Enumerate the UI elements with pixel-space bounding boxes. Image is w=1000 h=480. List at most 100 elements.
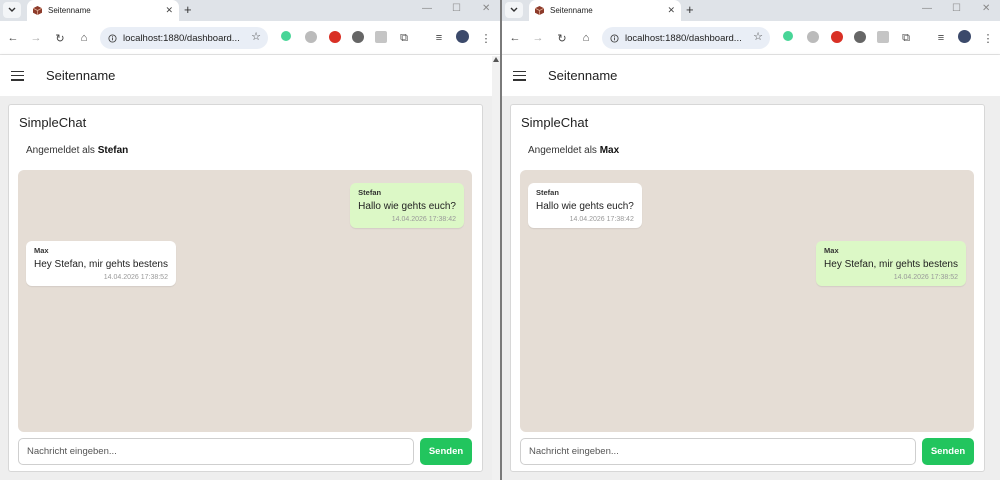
wordpress-extension-icon[interactable] — [352, 31, 364, 43]
adblock-extension-icon[interactable] — [329, 31, 341, 43]
compose-row: Senden — [18, 438, 472, 465]
minimize-icon[interactable]: — — [422, 3, 432, 14]
message-time: 14.04.2026 17:38:42 — [569, 216, 634, 223]
scrollbar[interactable] — [492, 56, 500, 480]
logged-in-label: Angemeldet als Max — [528, 145, 619, 156]
app-header: Seitenname — [0, 55, 500, 96]
card-title: SimpleChat — [19, 115, 87, 130]
home-icon[interactable]: ⌂ — [76, 30, 92, 46]
maximize-icon[interactable]: ☐ — [952, 3, 961, 14]
chat-area[interactable]: Stefan Hallo wie gehts euch? 14.04.2026 … — [520, 170, 974, 432]
browser-window-stefan: Seitenname ✕ + — ☐ ✕ ← → ↻ ⌂ localhost:1… — [0, 0, 500, 480]
share-extension-icon[interactable] — [783, 31, 793, 41]
extension-icon[interactable] — [807, 31, 819, 43]
minimize-icon[interactable]: — — [922, 3, 932, 14]
kebab-menu-icon[interactable]: ⋮ — [980, 30, 996, 46]
message-text: Hallo wie gehts euch? — [536, 201, 634, 212]
message-time: 14.04.2026 17:38:42 — [391, 216, 456, 223]
extension-icon[interactable] — [305, 31, 317, 43]
address-bar[interactable]: localhost:1880/dashboard... ☆ — [100, 27, 268, 49]
tab-title: Seitenname — [550, 6, 593, 15]
profile-avatar-icon[interactable] — [456, 30, 469, 43]
logged-in-user: Stefan — [97, 145, 129, 156]
send-button[interactable]: Senden — [922, 438, 974, 465]
page-content: SimpleChat Angemeldet als Max Stefan Hal… — [502, 96, 1000, 480]
puzzle-icon[interactable]: ⧉ — [898, 30, 914, 46]
message-author: Max — [824, 246, 839, 255]
logged-in-prefix: Angemeldet als — [528, 145, 597, 156]
url-text: localhost:1880/dashboard... — [625, 32, 742, 44]
star-icon[interactable]: ☆ — [753, 30, 763, 43]
close-icon[interactable]: ✕ — [165, 5, 173, 16]
tab-strip: Seitenname ✕ + — ☐ ✕ — [0, 0, 500, 21]
cube-extension-icon[interactable] — [877, 31, 889, 43]
back-icon[interactable]: ← — [5, 30, 21, 46]
plus-icon[interactable]: + — [686, 2, 694, 18]
message-text: Hey Stefan, mir gehts bestens — [824, 259, 958, 270]
message-bubble: Max Hey Stefan, mir gehts bestens 14.04.… — [816, 241, 966, 286]
browser-toolbar: ← → ↻ ⌂ localhost:1880/dashboard... ☆ ⧉ … — [0, 21, 500, 55]
browser-tab[interactable]: Seitenname ✕ — [529, 0, 681, 21]
app-header: Seitenname — [502, 55, 1000, 96]
message-author: Stefan — [358, 188, 382, 197]
tab-list-icon[interactable] — [505, 2, 523, 18]
tab-title: Seitenname — [48, 6, 91, 15]
message-bubble: Max Hey Stefan, mir gehts bestens 14.04.… — [26, 241, 176, 286]
page-title: Seitenname — [548, 68, 618, 83]
chat-card: SimpleChat Angemeldet als Max Stefan Hal… — [510, 104, 985, 472]
window-close-icon[interactable]: ✕ — [482, 3, 490, 14]
desktop: Seitenname ✕ + — ☐ ✕ ← → ↻ ⌂ localhost:1… — [0, 0, 1000, 480]
close-icon[interactable]: ✕ — [667, 5, 675, 16]
message-input[interactable] — [18, 438, 414, 465]
page-title: Seitenname — [46, 68, 116, 83]
share-extension-icon[interactable] — [281, 31, 291, 41]
plus-icon[interactable]: + — [184, 2, 192, 18]
tab-list-icon[interactable] — [3, 2, 21, 18]
tab-strip: Seitenname ✕ + — ☐ ✕ — [502, 0, 1000, 21]
chat-area[interactable]: Stefan Hallo wie gehts euch? 14.04.2026 … — [18, 170, 472, 432]
message-time: 14.04.2026 17:38:52 — [103, 274, 168, 281]
adblock-extension-icon[interactable] — [831, 31, 843, 43]
browser-tab[interactable]: Seitenname ✕ — [27, 0, 179, 21]
forward-icon[interactable]: → — [530, 30, 546, 46]
star-icon[interactable]: ☆ — [251, 30, 261, 43]
url-text: localhost:1880/dashboard... — [123, 32, 240, 44]
scroll-up-icon[interactable] — [493, 57, 499, 62]
kebab-menu-icon[interactable]: ⋮ — [478, 30, 494, 46]
maximize-icon[interactable]: ☐ — [452, 3, 461, 14]
site-info-icon[interactable] — [108, 33, 117, 43]
media-icon[interactable]: ≡ — [431, 30, 447, 46]
hamburger-icon[interactable] — [11, 70, 24, 81]
message-author: Max — [34, 246, 49, 255]
wordpress-extension-icon[interactable] — [854, 31, 866, 43]
hamburger-icon[interactable] — [513, 70, 526, 81]
browser-toolbar: ← → ↻ ⌂ localhost:1880/dashboard... ☆ ⧉ … — [502, 21, 1000, 55]
message-bubble: Stefan Hallo wie gehts euch? 14.04.2026 … — [350, 183, 464, 228]
chat-card: SimpleChat Angemeldet als Stefan Stefan … — [8, 104, 483, 472]
address-bar[interactable]: localhost:1880/dashboard... ☆ — [602, 27, 770, 49]
message-text: Hallo wie gehts euch? — [358, 201, 456, 212]
puzzle-icon[interactable]: ⧉ — [396, 30, 412, 46]
card-title: SimpleChat — [521, 115, 589, 130]
message-time: 14.04.2026 17:38:52 — [893, 274, 958, 281]
reload-icon[interactable]: ↻ — [554, 30, 570, 46]
message-input[interactable] — [520, 438, 916, 465]
reload-icon[interactable]: ↻ — [52, 30, 68, 46]
favicon-icon — [33, 6, 42, 15]
message-bubble: Stefan Hallo wie gehts euch? 14.04.2026 … — [528, 183, 642, 228]
back-icon[interactable]: ← — [507, 30, 523, 46]
logged-in-label: Angemeldet als Stefan — [26, 145, 128, 156]
window-close-icon[interactable]: ✕ — [982, 3, 990, 14]
send-button[interactable]: Senden — [420, 438, 472, 465]
browser-window-max: Seitenname ✕ + — ☐ ✕ ← → ↻ ⌂ localhost:1… — [500, 0, 1000, 480]
forward-icon[interactable]: → — [28, 30, 44, 46]
site-info-icon[interactable] — [610, 33, 619, 43]
logged-in-prefix: Angemeldet als — [26, 145, 95, 156]
media-icon[interactable]: ≡ — [933, 30, 949, 46]
profile-avatar-icon[interactable] — [958, 30, 971, 43]
home-icon[interactable]: ⌂ — [578, 30, 594, 46]
page-content: SimpleChat Angemeldet als Stefan Stefan … — [0, 96, 500, 480]
favicon-icon — [535, 6, 544, 15]
cube-extension-icon[interactable] — [375, 31, 387, 43]
message-text: Hey Stefan, mir gehts bestens — [34, 259, 168, 270]
